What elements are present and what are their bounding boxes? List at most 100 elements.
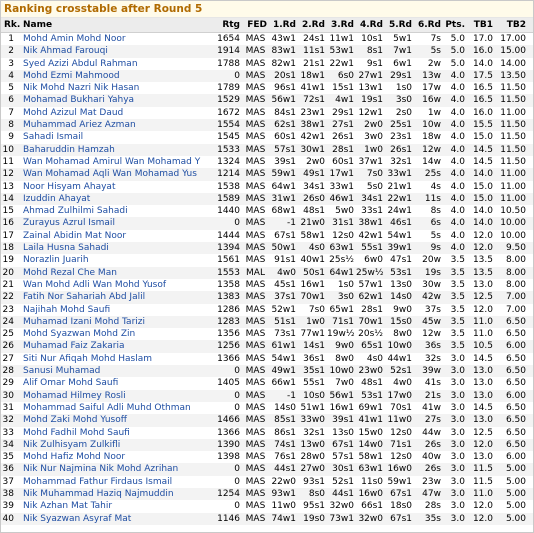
player-name-link[interactable]: Mohd Azizul Mat Daud (20, 106, 215, 120)
table-cell: 30w1 (298, 143, 327, 156)
player-name-link[interactable]: Mohammad Fathur Firdaus Ismail (20, 475, 215, 488)
table-cell: 4.0 (443, 192, 467, 206)
column-header[interactable]: 1.Rd (269, 18, 298, 33)
player-name-link[interactable]: Wan Mohamad Amirul Wan Mohamad Y (20, 155, 215, 169)
player-name-link[interactable]: Mohamad Bukhari Yahya (20, 94, 215, 107)
table-cell: 12.0 (467, 438, 495, 452)
player-name-link[interactable]: Nik Muhammad Haziq Najmuddin (20, 487, 215, 501)
column-header[interactable]: 6.Rd (414, 18, 443, 33)
table-cell: 8.00 (495, 254, 528, 267)
table-cell: 69w1 (356, 401, 385, 415)
table-cell: 10w0 (327, 365, 356, 378)
table-cell: 3.0 (443, 401, 467, 415)
table-cell: 14.0 (467, 217, 495, 230)
table-cell: 1529 (215, 94, 242, 107)
table-cell: 51w1 (298, 401, 327, 415)
player-name-link[interactable]: Mohammad Saiful Adli Muhd Othman (20, 401, 215, 415)
table-cell: 77w1 (298, 328, 327, 341)
column-header[interactable]: 2.Rd (298, 18, 327, 33)
player-name-link[interactable]: Nik Zulhisyam Zulkifli (20, 438, 215, 452)
player-name-link[interactable]: Sanusi Muhamad (20, 365, 215, 378)
player-name-link[interactable]: Syed Azizi Abdul Rahman (20, 57, 215, 70)
player-name-link[interactable]: Alif Omar Mohd Saufi (20, 377, 215, 390)
player-name-link[interactable]: Mohd Amin Mohd Noor (20, 32, 215, 46)
column-header[interactable]: TB2 (495, 18, 528, 33)
table-cell: 0 (215, 389, 242, 402)
player-name-link[interactable]: Izuddin Ahayat (20, 192, 215, 206)
player-name-link[interactable]: Nik Nur Najmina Nik Mohd Azrihan (20, 463, 215, 476)
player-name-link[interactable]: Muhamad Faiz Zakaria (20, 340, 215, 353)
column-header[interactable]: Pts. (443, 18, 467, 33)
player-name-link[interactable]: Muhamad Izani Mohd Tarizi (20, 315, 215, 329)
player-name-link[interactable]: Wan Mohamad Aqli Wan Mohamad Yus (20, 168, 215, 181)
player-name-link[interactable]: Muhammad Ariez Azman (20, 119, 215, 132)
table-cell: 34 (1, 438, 20, 452)
table-cell: 21w0 (298, 217, 327, 230)
table-cell: 17.0 (467, 32, 495, 46)
table-cell: 0 (215, 69, 242, 83)
table-cell: 53s1 (356, 389, 385, 402)
player-name-link[interactable]: Mohd Syazwan Mohd Zin (20, 328, 215, 341)
column-header[interactable]: 3.Rd (327, 18, 356, 33)
player-name-link[interactable]: Mohamad Hilmey Rosli (20, 389, 215, 402)
player-name-link[interactable]: Wan Mohd Adli Wan Mohd Yusof (20, 278, 215, 292)
player-name-link[interactable]: Nik Azhan Mat Tahir (20, 500, 215, 513)
table-cell: MAS (242, 131, 269, 144)
player-name-link[interactable]: Nik Syazwan Asyraf Mat (20, 512, 215, 525)
table-cell: 27 (1, 352, 20, 366)
player-name-link[interactable]: Mohd Zaki Mohd Yusoff (20, 414, 215, 427)
player-name-link[interactable]: Najihah Mohd Saufi (20, 303, 215, 316)
player-name-link[interactable]: Laila Husna Sahadi (20, 242, 215, 255)
player-name-link[interactable]: Mohd Fadhil Mohd Saufi (20, 426, 215, 439)
table-cell: 48s1 (356, 377, 385, 390)
table-cell: 11.0 (528, 426, 533, 439)
table-cell: MAS (242, 352, 269, 366)
table-cell: 11.00 (495, 180, 528, 193)
column-header[interactable]: Rtg (215, 18, 242, 33)
table-cell: 14 (1, 192, 20, 206)
table-cell: 58w1 (298, 229, 327, 243)
table-cell: 8 (1, 119, 20, 132)
table-cell: MAS (242, 106, 269, 120)
player-name-link[interactable]: Noor Hisyam Ahayat (20, 180, 215, 193)
table-cell: 21w1 (385, 180, 414, 193)
table-cell: 67s1 (269, 229, 298, 243)
table-cell: 10.0 (528, 340, 533, 353)
column-header[interactable]: TB3 (528, 18, 533, 33)
column-header[interactable]: Name (20, 18, 215, 33)
player-name-link[interactable]: Siti Nur Afiqah Mohd Haslam (20, 352, 215, 366)
player-name-link[interactable]: Mohd Rezal Che Man (20, 266, 215, 279)
player-name-link[interactable]: Baharuddin Hamzah (20, 143, 215, 156)
table-cell: 72s1 (298, 94, 327, 107)
table-cell: 14.0 (528, 94, 533, 107)
table-cell: 26 (1, 340, 20, 353)
table-cell: 96s1 (269, 82, 298, 95)
player-name-link[interactable]: Norazlin Juarih (20, 254, 215, 267)
player-name-link[interactable]: Sahadi Ismail (20, 131, 215, 144)
column-header[interactable]: TB1 (467, 18, 495, 33)
table-cell: 3.0 (443, 512, 467, 525)
player-name-link[interactable]: Zurayus Azrul Ismail (20, 217, 215, 230)
table-cell: 12s0 (327, 229, 356, 243)
player-name-link[interactable]: Mohd Hafiz Mohd Noor (20, 451, 215, 464)
column-header[interactable]: 5.Rd (385, 18, 414, 33)
player-name-link[interactable]: Nik Ahmad Farouqi (20, 45, 215, 58)
player-name-link[interactable]: Ahmad Zulhilmi Sahadi (20, 205, 215, 218)
table-cell: 21s1 (298, 57, 327, 70)
table-cell: MAS (242, 217, 269, 230)
player-name-link[interactable]: Fatih Nor Sahariah Abd Jalil (20, 291, 215, 304)
player-name-link[interactable]: Zainal Abidin Mat Noor (20, 229, 215, 243)
table-cell: 43w1 (269, 32, 298, 46)
column-header[interactable]: FED (242, 18, 269, 33)
column-header[interactable]: Rk. (1, 18, 20, 33)
table-cell: 9.0 (528, 278, 533, 292)
column-header[interactable]: 4.Rd (356, 18, 385, 33)
table-cell: 7s (414, 32, 443, 46)
table-cell: 4.0 (443, 106, 467, 120)
player-name-link[interactable]: Nik Mohd Nazri Nik Hasan (20, 82, 215, 95)
player-name-link[interactable]: Mohd Ezmi Mahmood (20, 69, 215, 83)
table-cell: 57s1 (327, 451, 356, 464)
table-cell: 5s0 (356, 180, 385, 193)
table-cell: 44s1 (269, 463, 298, 476)
table-cell: 11.0 (528, 401, 533, 415)
